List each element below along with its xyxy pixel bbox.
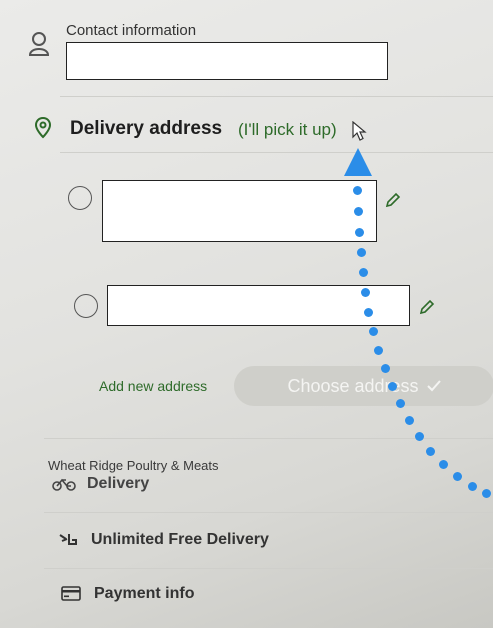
annotation-dot <box>361 288 370 297</box>
annotation-dot <box>396 399 405 408</box>
annotation-dot <box>355 228 364 237</box>
address-radio-1[interactable] <box>68 186 92 210</box>
cursor-icon <box>352 121 367 141</box>
annotation-dot <box>364 308 373 317</box>
annotation-dot <box>388 382 397 391</box>
store-name: Wheat Ridge Poultry & Meats <box>48 458 219 473</box>
annotation-dot <box>426 447 435 456</box>
annotation-dot <box>415 432 424 441</box>
add-new-address-link[interactable]: Add new address <box>99 378 207 394</box>
annotation-dot <box>354 207 363 216</box>
annotation-dot <box>482 489 491 498</box>
delivery-badge-icon <box>59 534 77 545</box>
payment-info-label[interactable]: Payment info <box>94 585 194 603</box>
annotation-dot <box>405 416 414 425</box>
annotation-arrow-icon <box>344 148 372 176</box>
location-pin-icon <box>35 117 51 139</box>
contact-redacted-field <box>66 42 388 80</box>
annotation-dot <box>369 327 378 336</box>
pickup-link[interactable]: (I'll pick it up) <box>238 120 337 140</box>
annotation-dot <box>353 186 362 195</box>
annotation-dot <box>468 482 477 491</box>
annotation-dot <box>359 268 368 277</box>
divider <box>44 438 493 439</box>
divider <box>44 512 493 513</box>
divider <box>60 96 493 97</box>
annotation-dot <box>357 248 366 257</box>
delivery-method-label: Delivery <box>87 475 150 492</box>
address-option-1-redacted <box>102 180 377 242</box>
unlimited-free-delivery-label[interactable]: Unlimited Free Delivery <box>91 531 269 549</box>
annotation-dot <box>439 460 448 469</box>
delivery-address-title: Delivery address <box>70 118 223 139</box>
divider <box>60 152 493 153</box>
check-icon <box>426 380 441 392</box>
choose-address-button[interactable]: Choose address <box>234 366 493 406</box>
pencil-icon[interactable] <box>419 299 435 315</box>
card-icon <box>61 586 81 601</box>
divider <box>44 568 493 569</box>
checkout-screen: Contact information Delivery address (I'… <box>0 0 493 628</box>
contact-label: Contact information <box>66 22 197 39</box>
annotation-dot <box>374 346 383 355</box>
person-icon <box>28 32 50 56</box>
pencil-icon[interactable] <box>385 192 401 208</box>
annotation-dot <box>453 472 462 481</box>
address-radio-2[interactable] <box>74 294 98 318</box>
bicycle-icon <box>52 478 76 491</box>
annotation-dot <box>381 364 390 373</box>
choose-address-label: Choose address <box>287 375 419 396</box>
